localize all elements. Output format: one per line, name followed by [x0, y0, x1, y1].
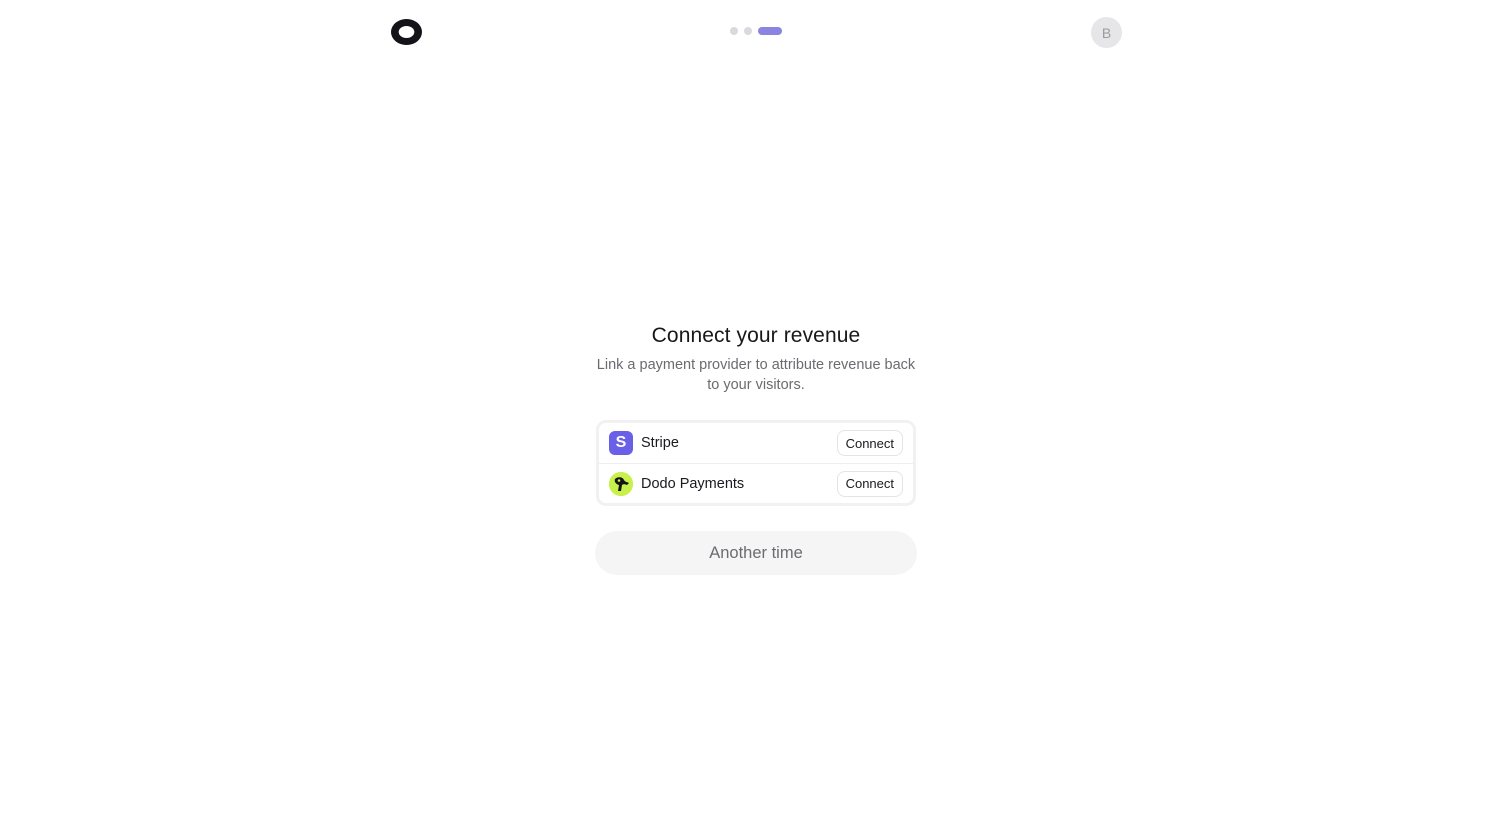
page-title: Connect your revenue — [651, 324, 861, 347]
provider-list: S Stripe Connect Dodo Payments Connect — [596, 420, 916, 506]
step-dot-1 — [730, 27, 738, 35]
provider-name-stripe: Stripe — [641, 435, 679, 451]
ring-logo-icon[interactable] — [391, 19, 422, 45]
stripe-icon: S — [609, 431, 633, 455]
connect-revenue-panel: Connect your revenue Link a payment prov… — [595, 322, 917, 575]
another-time-button[interactable]: Another time — [595, 531, 917, 575]
connect-dodo-payments-button[interactable]: Connect — [836, 470, 903, 497]
step-dot-2 — [744, 27, 752, 35]
provider-row-dodo-payments: Dodo Payments Connect — [599, 463, 913, 503]
onboarding-page: B Connect your revenue Link a payment pr… — [0, 0, 1512, 814]
provider-name-dodo-payments: Dodo Payments — [641, 475, 745, 492]
step-dot-3-active — [758, 27, 782, 35]
provider-row-stripe: S Stripe Connect — [599, 423, 913, 463]
user-avatar[interactable]: B — [1091, 17, 1122, 48]
dodo-bird-icon — [609, 471, 633, 496]
progress-steps — [730, 27, 782, 35]
connect-stripe-button[interactable]: Connect — [836, 430, 903, 456]
page-subtitle: Link a payment provider to attribute rev… — [596, 357, 916, 393]
